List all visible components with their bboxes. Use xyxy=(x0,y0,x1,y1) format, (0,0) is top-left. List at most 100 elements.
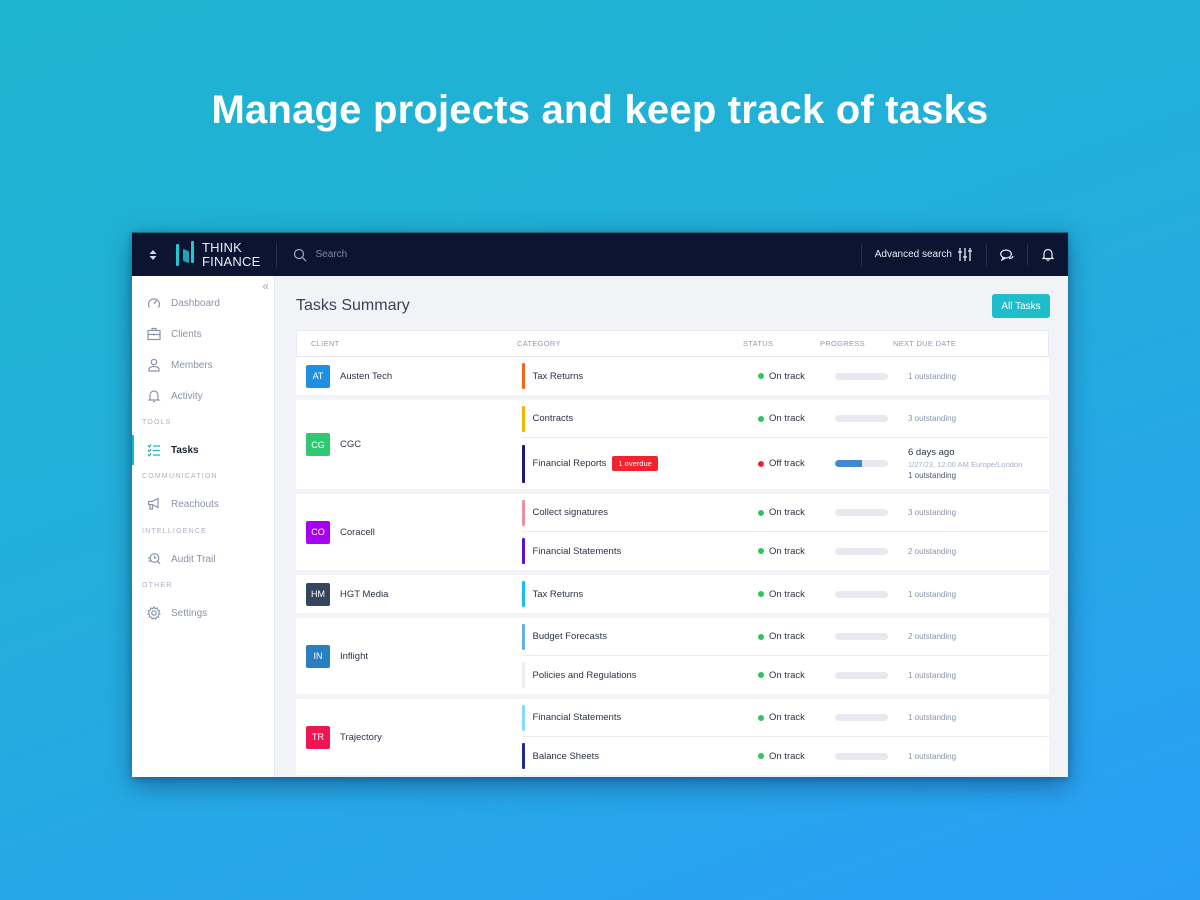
status-cell: Off track xyxy=(758,458,835,469)
client-group: TR Trajectory Financial Statements On track… xyxy=(296,699,1049,775)
progress-cell xyxy=(835,547,908,555)
table-row[interactable]: Budget Forecasts On track 2 outstanding xyxy=(522,618,1049,656)
client-cell[interactable]: CO Coracell xyxy=(296,494,522,570)
table-row[interactable]: Balance Sheets On track 1 outstanding xyxy=(522,737,1049,775)
due-cell: 1 outstanding xyxy=(908,752,1049,761)
due-cell: 1 outstanding xyxy=(908,713,1049,722)
client-cell[interactable]: HM HGT Media xyxy=(296,575,522,613)
client-cell[interactable]: AT Austen Tech xyxy=(296,357,522,395)
advanced-search-label: Advanced search xyxy=(874,249,952,260)
overdue-badge: 1 overdue xyxy=(612,456,658,471)
outstanding-count: 1 outstanding xyxy=(908,589,957,599)
table-row[interactable]: Financial Statements On track 1 outstandin… xyxy=(522,699,1049,737)
column-header-next-due-date[interactable]: NEXT DUE DATE xyxy=(893,339,1048,348)
category-color-bar xyxy=(522,743,525,769)
table-row[interactable]: Tax Returns On track 1 outstanding xyxy=(522,575,1049,613)
outstanding-count: 1 outstanding xyxy=(908,471,957,480)
sidebar-item-label: Settings xyxy=(171,607,208,619)
table-row[interactable]: Tax Returns On track 1 outstanding xyxy=(522,357,1049,395)
user-icon xyxy=(148,358,160,372)
due-relative: 6 days ago xyxy=(908,447,955,458)
bell-icon xyxy=(1042,248,1054,261)
search-history-icon xyxy=(148,553,161,565)
messages-button[interactable] xyxy=(987,248,1027,261)
sidebar-item-label: Clients xyxy=(171,328,202,340)
category-color-bar xyxy=(522,405,525,432)
status-dot-icon xyxy=(758,509,764,516)
workspace-switcher[interactable] xyxy=(132,249,174,260)
client-name: Trajectory xyxy=(340,731,382,743)
outstanding-count: 3 outstanding xyxy=(908,414,957,423)
table-row[interactable]: Financial Statements On track 2 outstandin… xyxy=(522,532,1049,570)
bell-icon xyxy=(147,390,161,403)
status-cell: On track xyxy=(758,507,835,518)
column-header-status[interactable]: STATUS xyxy=(743,339,820,348)
section-label-tools: TOOLS xyxy=(142,419,172,426)
all-tasks-button[interactable]: All Tasks xyxy=(992,294,1050,318)
status-dot-icon xyxy=(758,415,764,422)
table-row[interactable]: Policies and Regulations On track 1 outsta… xyxy=(522,656,1049,694)
client-avatar: IN xyxy=(306,644,330,668)
progress-cell xyxy=(835,509,908,516)
client-avatar: CO xyxy=(306,520,330,544)
table-row[interactable]: Collect signatures On track 3 outstanding xyxy=(522,494,1049,532)
category-cell: Balance Sheets xyxy=(522,737,758,775)
client-name: Austen Tech xyxy=(340,370,393,382)
client-name: HGT Media xyxy=(340,588,389,600)
outstanding-count: 2 outstanding xyxy=(908,632,957,641)
category-cell: Policies and Regulations xyxy=(522,656,758,694)
category-name: Policies and Regulations xyxy=(532,669,637,681)
progress-cell xyxy=(835,633,908,640)
sidebar-item-members[interactable]: Members xyxy=(132,350,275,380)
status-cell: On track xyxy=(758,712,835,723)
table-row[interactable]: Contracts On track 3 outstanding xyxy=(522,400,1049,438)
sidebar-item-label: Dashboard xyxy=(171,297,220,309)
sidebar-item-dashboard[interactable]: Dashboard xyxy=(132,288,275,318)
gauge-icon xyxy=(147,298,161,308)
progress-bar xyxy=(835,509,888,516)
status-dot-icon xyxy=(758,633,764,640)
logo[interactable]: THINK FINANCE xyxy=(174,240,278,268)
status-cell: On track xyxy=(758,670,835,681)
client-group: CG CGC Contracts On track 3 outstanding Finan… xyxy=(296,400,1049,489)
category-cell: Collect signatures xyxy=(522,494,758,531)
section-label-other: OTHER xyxy=(142,582,173,589)
sidebar-item-audit-trail[interactable]: Audit Trail xyxy=(132,544,275,574)
client-cell[interactable]: IN Inflight xyxy=(296,618,522,694)
client-group: IN Inflight Budget Forecasts On track 2 outs… xyxy=(296,618,1049,694)
category-cell: Budget Forecasts xyxy=(522,618,758,655)
status-dot-icon xyxy=(758,373,764,379)
search-placeholder: Search xyxy=(315,249,348,260)
sort-arrows-icon xyxy=(149,249,157,260)
search-input[interactable]: Search xyxy=(293,248,860,262)
sidebar-item-activity[interactable]: Activity xyxy=(132,381,275,411)
sidebar-item-clients[interactable]: Clients xyxy=(132,319,275,349)
client-avatar: HM xyxy=(306,582,330,606)
category-color-bar xyxy=(522,581,525,607)
column-header-progress[interactable]: PROGRESS xyxy=(820,339,893,348)
section-label-communication: COMMUNICATION xyxy=(142,473,218,480)
gear-icon xyxy=(147,606,161,620)
search-icon xyxy=(294,248,307,261)
notifications-button[interactable] xyxy=(1028,248,1068,261)
status-dot-icon xyxy=(758,548,764,554)
sidebar-item-settings[interactable]: Settings xyxy=(132,598,275,628)
chat-bubbles-icon xyxy=(1000,248,1014,261)
table-row[interactable]: Financial Reports 1 overdue Off track 6 day… xyxy=(522,438,1049,489)
status-dot-icon xyxy=(758,460,764,467)
progress-bar xyxy=(835,752,888,760)
sidebar-item-reachouts[interactable]: Reachouts xyxy=(132,489,275,519)
category-cell: Tax Returns xyxy=(522,357,758,395)
column-header-client[interactable]: CLIENT xyxy=(297,339,517,348)
client-cell[interactable]: TR Trajectory xyxy=(296,699,522,775)
advanced-search-button[interactable]: Advanced search xyxy=(862,248,986,261)
client-cell[interactable]: CG CGC xyxy=(296,400,522,489)
main-content: Tasks Summary All Tasks CLIENT CATEGORY … xyxy=(275,276,1068,777)
client-group: HM HGT Media Tax Returns On track 1 outstand… xyxy=(296,575,1049,613)
column-header-category[interactable]: CATEGORY xyxy=(517,339,743,348)
outstanding-count: 1 outstanding xyxy=(908,371,957,381)
status-dot-icon xyxy=(758,672,764,678)
sidebar-item-tasks[interactable]: Tasks xyxy=(132,435,275,465)
client-name: CGC xyxy=(340,439,362,450)
category-name: Financial Reports xyxy=(532,458,607,469)
